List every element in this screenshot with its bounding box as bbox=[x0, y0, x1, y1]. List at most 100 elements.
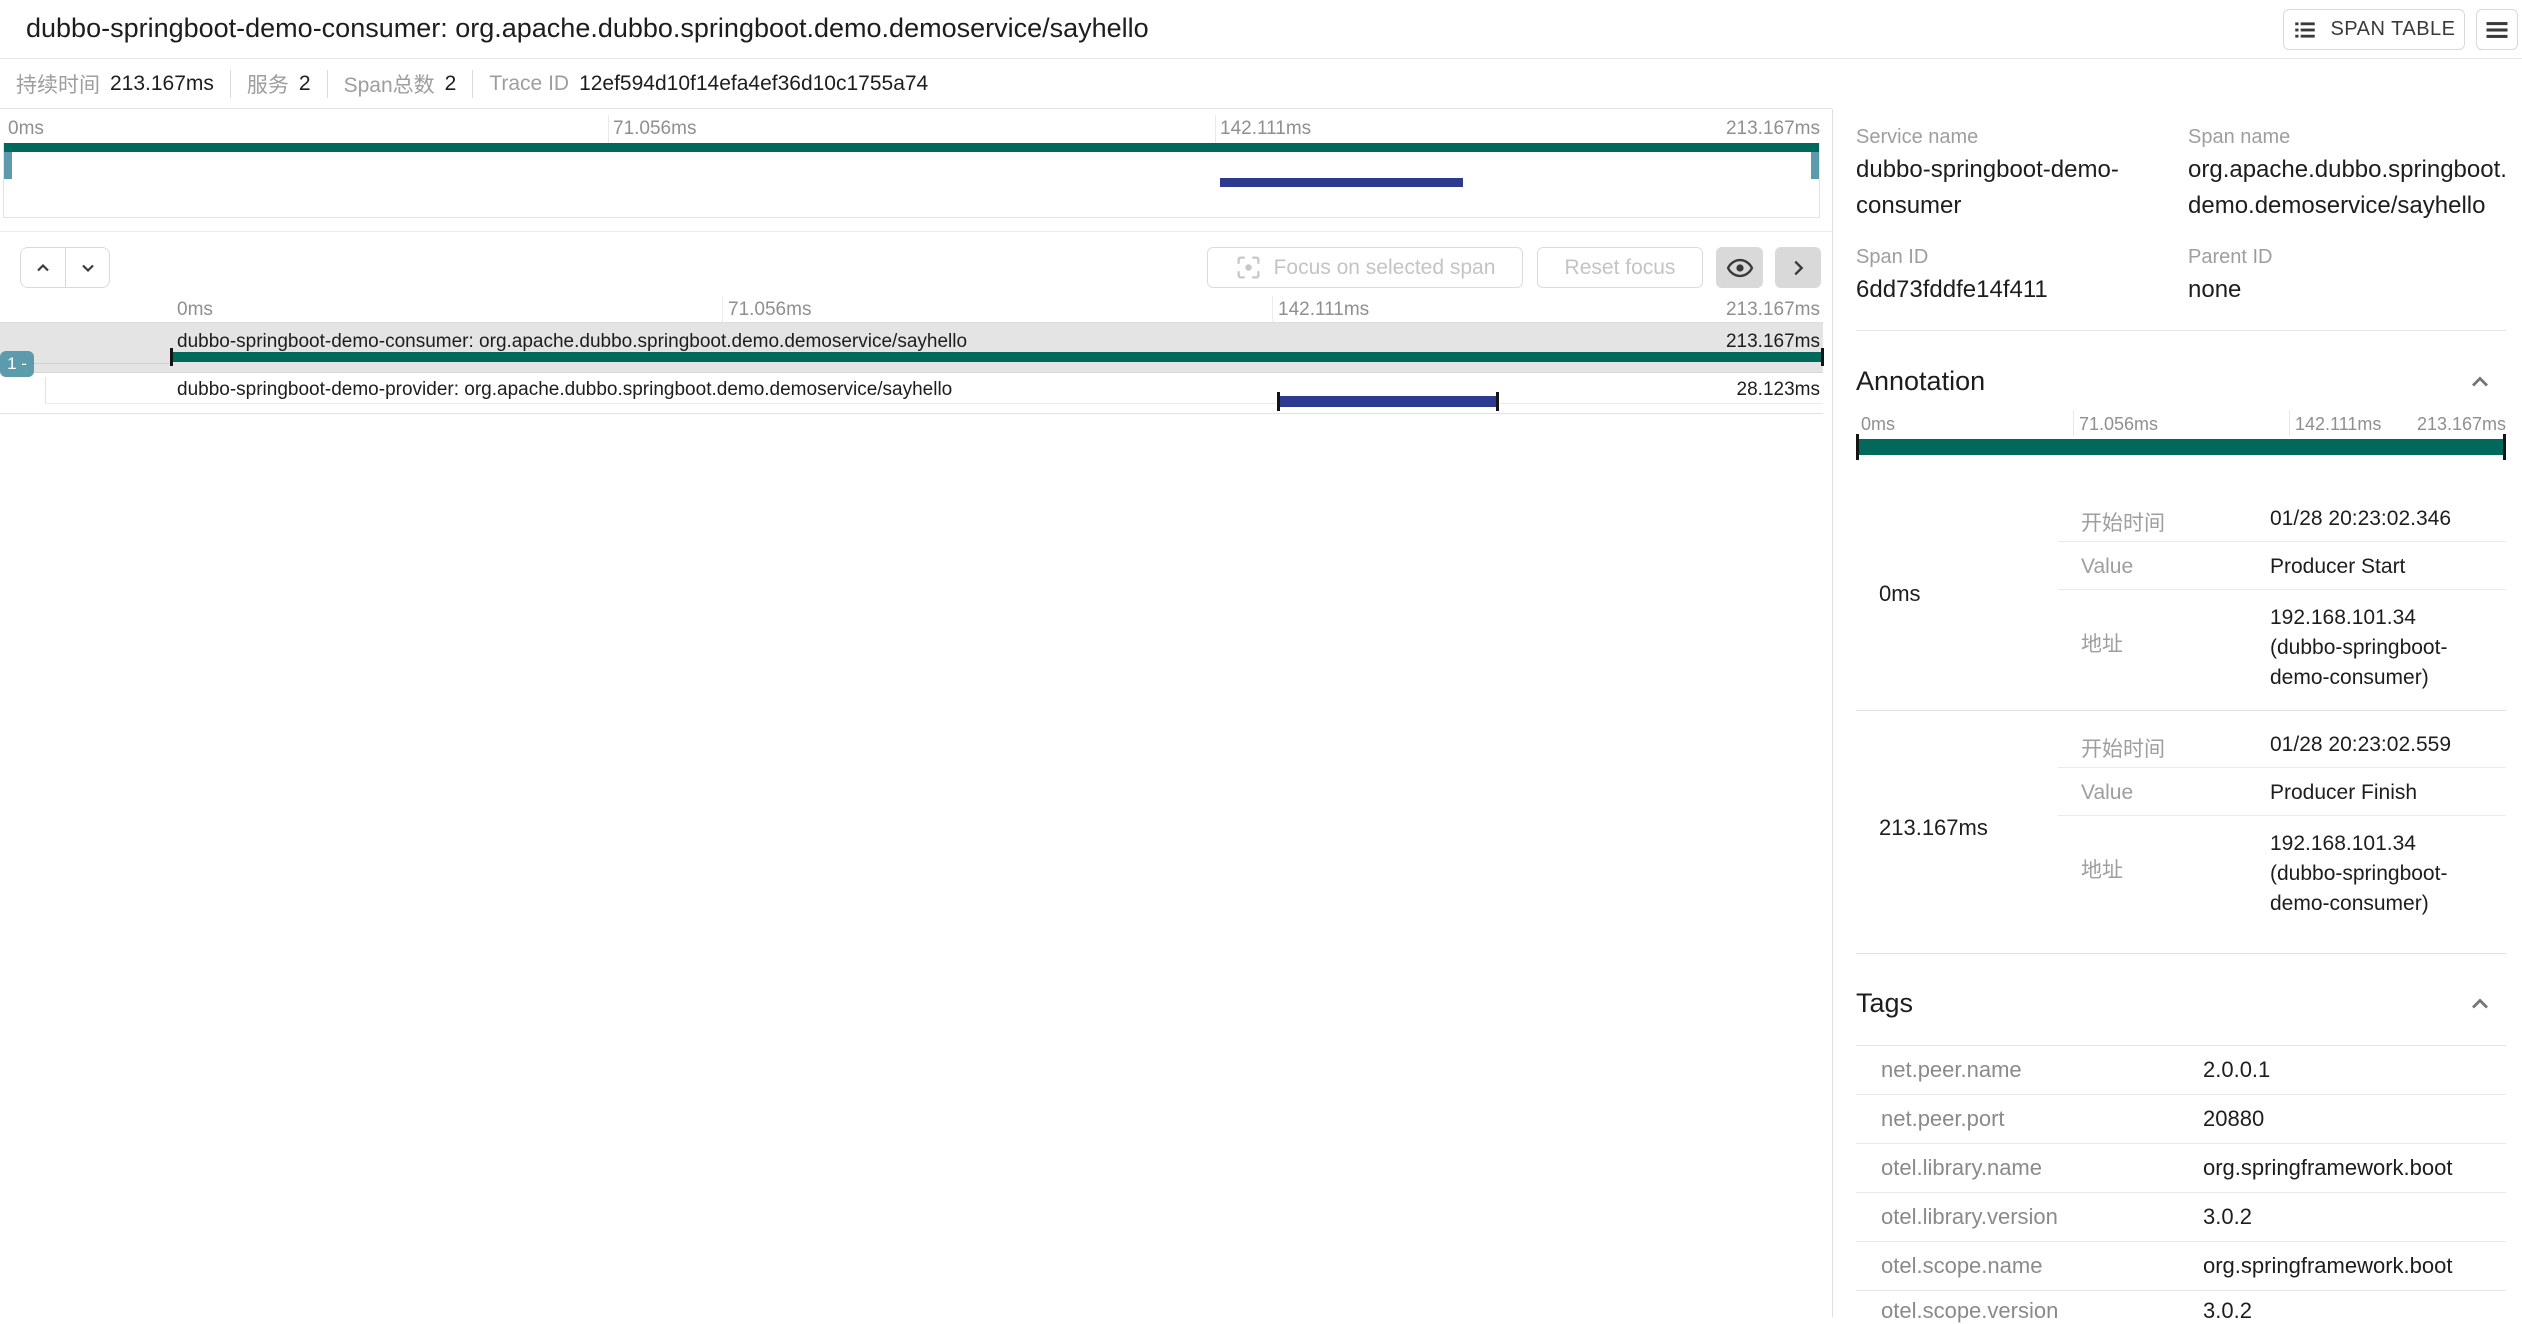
next-span-button[interactable] bbox=[65, 248, 109, 287]
annotation-row-label: Value bbox=[2081, 555, 2133, 579]
span-table-button[interactable]: SPAN TABLE bbox=[2283, 9, 2465, 50]
reset-focus-button[interactable]: Reset focus bbox=[1537, 247, 1703, 288]
divider bbox=[327, 70, 328, 98]
services-value: 2 bbox=[299, 72, 311, 96]
timeline-tick-0: 0ms bbox=[177, 299, 213, 321]
prev-span-button[interactable] bbox=[21, 248, 65, 287]
tag-name: net.peer.name bbox=[1881, 1057, 2022, 1083]
divider bbox=[1856, 1290, 2506, 1291]
menu-button[interactable] bbox=[2476, 9, 2518, 50]
toggle-visibility-button[interactable] bbox=[1716, 247, 1763, 288]
page-title: dubbo-springboot-demo-consumer: org.apac… bbox=[26, 13, 1149, 44]
tag-name: otel.scope.name bbox=[1881, 1253, 2042, 1279]
span-row-duration: 28.123ms bbox=[1737, 379, 1820, 401]
title-bar: dubbo-springboot-demo-consumer: org.apac… bbox=[0, 0, 2522, 59]
collapse-children-badge[interactable]: 1 - bbox=[0, 351, 34, 377]
timeline-tick-3: 213.167ms bbox=[1726, 299, 1820, 321]
tag-name: otel.scope.version bbox=[1881, 1298, 2058, 1324]
divider bbox=[2058, 767, 2506, 768]
span-row-consumer[interactable]: dubbo-springboot-demo-consumer: org.apac… bbox=[0, 323, 1823, 373]
parent-id-value: none bbox=[2188, 272, 2241, 308]
annotation-row-value: Producer Start bbox=[2270, 555, 2405, 579]
chevron-up-icon bbox=[2466, 368, 2494, 396]
annotation-row-value: Producer Finish bbox=[2270, 781, 2417, 805]
service-name-label: Service name bbox=[1856, 126, 1978, 149]
annotation-row-value: 01/28 20:23:02.346 bbox=[2270, 507, 2451, 531]
annotation-tick-2: 142.111ms bbox=[2295, 414, 2381, 435]
span-row-duration: 213.167ms bbox=[1726, 331, 1820, 353]
tag-value: 3.0.2 bbox=[2203, 1298, 2252, 1324]
tag-value: 3.0.2 bbox=[2203, 1204, 2252, 1230]
timeline-gridline bbox=[1272, 296, 1273, 322]
focus-icon bbox=[1235, 254, 1262, 281]
span-name-label: Span name bbox=[2188, 126, 2290, 149]
provider-span-bar[interactable] bbox=[1278, 396, 1498, 407]
annotation-row-value: 01/28 20:23:02.559 bbox=[2270, 733, 2451, 757]
annotation-tick-1: 71.056ms bbox=[2079, 414, 2158, 435]
divider bbox=[1856, 710, 2506, 711]
focus-button-label: Focus on selected span bbox=[1274, 256, 1496, 280]
timeline-minimap[interactable] bbox=[3, 143, 1820, 218]
span-id-label: Span ID bbox=[1856, 246, 1928, 269]
chevron-up-icon bbox=[2466, 990, 2494, 1018]
minimap-tick-3: 213.167ms bbox=[1726, 118, 1820, 140]
annotation-row-label: 地址 bbox=[2081, 854, 2123, 884]
tag-value: 2.0.0.1 bbox=[2203, 1057, 2270, 1083]
chevron-up-icon bbox=[33, 258, 53, 278]
divider bbox=[472, 70, 473, 98]
trace-id-value: 12ef594d10f14efa4ef36d10c1755a74 bbox=[579, 72, 928, 96]
minimap-tick-0: 0ms bbox=[8, 118, 44, 140]
divider bbox=[230, 70, 231, 98]
span-id-value: 6dd73fddfe14f411 bbox=[1856, 272, 2048, 308]
chevron-down-icon bbox=[78, 258, 98, 278]
chevron-right-icon bbox=[1787, 257, 1809, 279]
divider bbox=[1856, 953, 2506, 954]
span-row-name: dubbo-springboot-demo-provider: org.apac… bbox=[177, 379, 952, 401]
annotation-tick-0: 0ms bbox=[1861, 414, 1895, 435]
annotation-collapse-button[interactable] bbox=[2464, 366, 2496, 398]
minimap-provider-span-bar[interactable] bbox=[1220, 178, 1463, 187]
tag-value: org.springframework.boot bbox=[2203, 1253, 2452, 1279]
tag-name: otel.library.name bbox=[1881, 1155, 2042, 1181]
divider bbox=[0, 413, 1823, 414]
tags-collapse-button[interactable] bbox=[2464, 988, 2496, 1020]
span-table-label: SPAN TABLE bbox=[2330, 18, 2455, 41]
divider bbox=[1856, 1045, 2506, 1046]
minimap-left-handle[interactable] bbox=[4, 152, 12, 179]
tag-value: org.springframework.boot bbox=[2203, 1155, 2452, 1181]
eye-icon bbox=[1726, 254, 1754, 282]
span-name-value: org.apache.dubbo.springboot.demo.demoser… bbox=[2188, 152, 2510, 224]
tree-connector-line bbox=[45, 377, 46, 403]
tree-guide-line bbox=[45, 403, 1823, 404]
divider bbox=[1856, 1192, 2506, 1193]
list-icon bbox=[2292, 17, 2318, 43]
tags-section-title: Tags bbox=[1856, 988, 1913, 1019]
parent-id-label: Parent ID bbox=[2188, 246, 2272, 269]
row-navigation-group bbox=[20, 247, 110, 288]
divider bbox=[1856, 1143, 2506, 1144]
annotation-section-title: Annotation bbox=[1856, 366, 1985, 397]
divider bbox=[1856, 1241, 2506, 1242]
tag-name: otel.library.version bbox=[1881, 1204, 2058, 1230]
span-total-value: 2 bbox=[445, 72, 457, 96]
annotation-tick-3: 213.167ms bbox=[2417, 414, 2506, 435]
service-name-value: dubbo-springboot-demo-consumer bbox=[1856, 152, 2146, 224]
annotation-time: 0ms bbox=[1879, 581, 1921, 607]
span-total-label: Span总数 bbox=[344, 69, 435, 99]
annotation-row-value: 192.168.101.34 (dubbo-springboot-demo-co… bbox=[2270, 603, 2485, 693]
minimap-tick-2: 142.111ms bbox=[1220, 118, 1311, 140]
collapse-panel-button[interactable] bbox=[1775, 247, 1821, 288]
minimap-consumer-span-bar[interactable] bbox=[4, 143, 1819, 152]
timeline-tick-2: 142.111ms bbox=[1278, 299, 1369, 321]
consumer-span-bar[interactable] bbox=[171, 352, 1823, 362]
annotation-row-label: 地址 bbox=[2081, 628, 2123, 658]
divider bbox=[1856, 330, 2506, 331]
minimap-right-handle[interactable] bbox=[1811, 152, 1819, 179]
focus-selected-span-button[interactable]: Focus on selected span bbox=[1207, 247, 1523, 288]
annotation-gridline bbox=[2289, 410, 2290, 436]
span-row-name: dubbo-springboot-demo-consumer: org.apac… bbox=[177, 331, 967, 353]
span-row-provider[interactable]: dubbo-springboot-demo-provider: org.apac… bbox=[0, 374, 1823, 413]
annotation-span-bar[interactable] bbox=[1856, 439, 2506, 455]
duration-value: 213.167ms bbox=[110, 72, 214, 96]
annotation-row-label: 开始时间 bbox=[2081, 507, 2165, 537]
